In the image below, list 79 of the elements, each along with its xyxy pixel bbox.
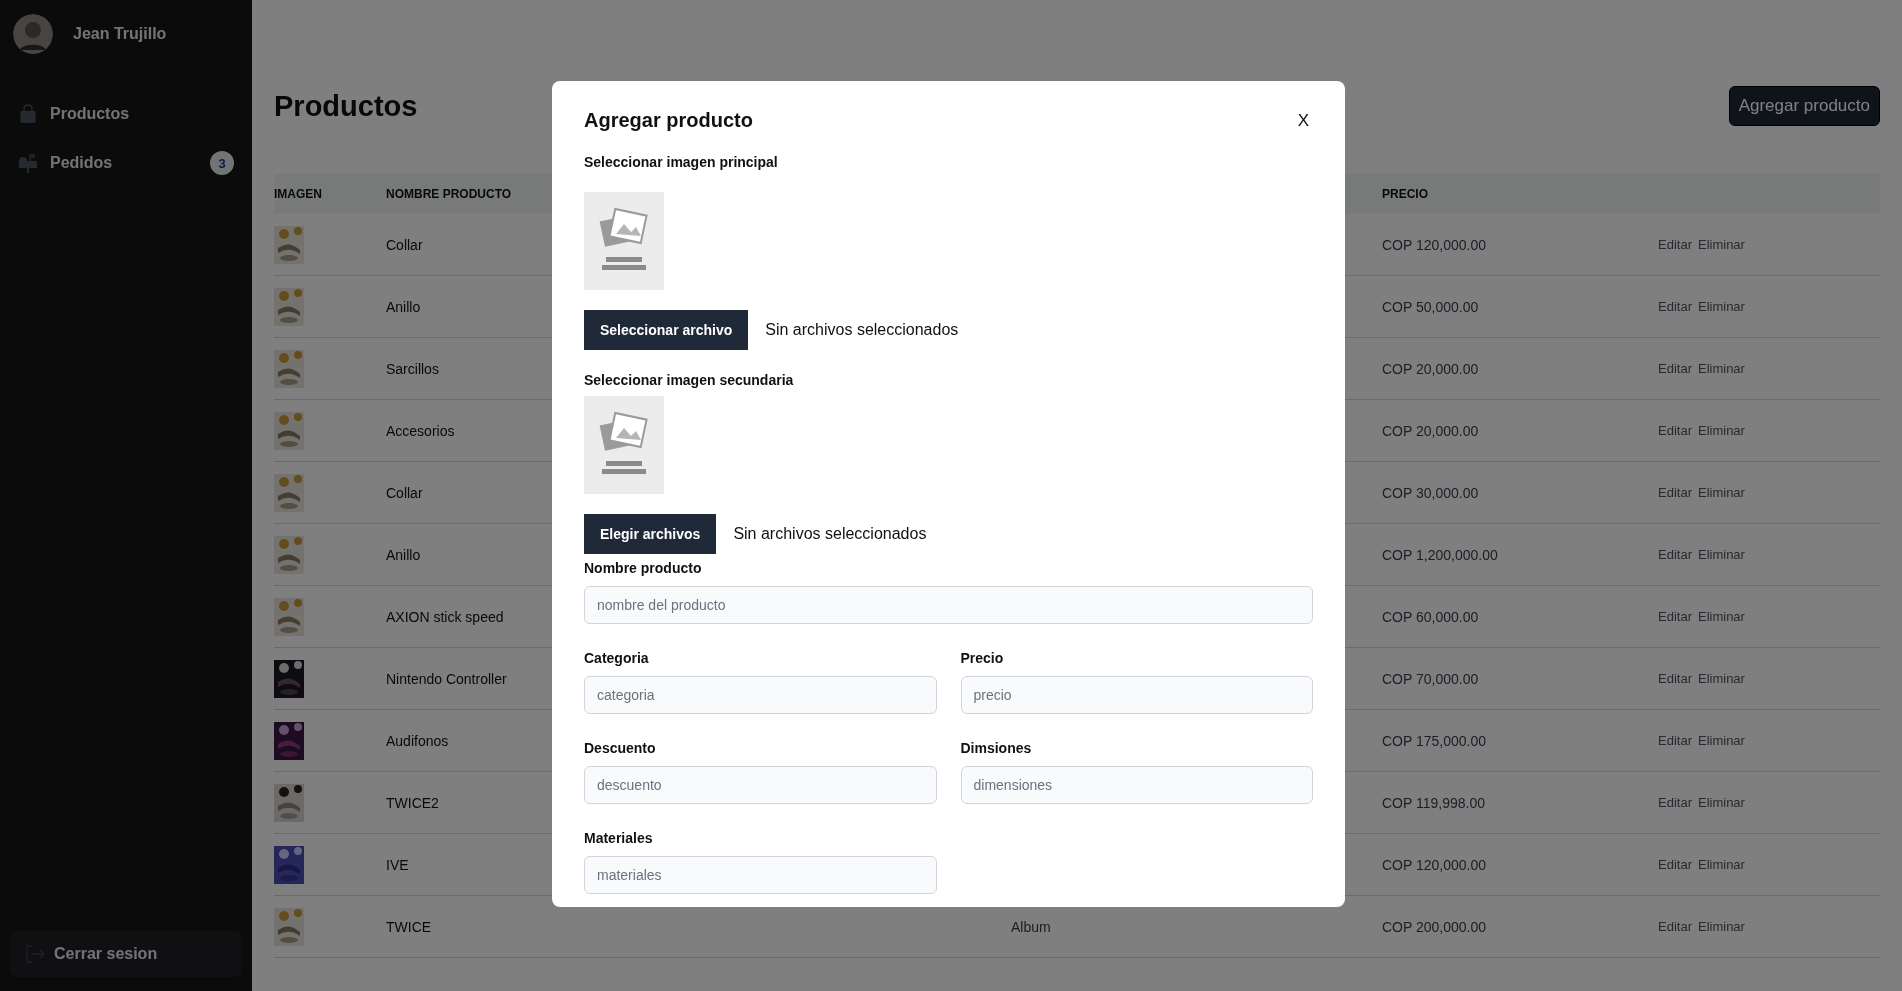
action-link[interactable]: Editar (1658, 299, 1692, 314)
price-text: COP 20,000.00 (1382, 360, 1479, 377)
page-title: Productos (274, 89, 418, 123)
field-label: Categoria (584, 650, 650, 666)
avatar (13, 14, 53, 54)
action-link[interactable]: Eliminar (1697, 609, 1745, 624)
product-name: IVE (386, 856, 409, 873)
field-label: Precio (960, 650, 1005, 666)
action-link[interactable]: Eliminar (1697, 423, 1745, 438)
action-link[interactable]: Eliminar (1697, 671, 1745, 686)
price-text: COP 50,000.00 (1382, 298, 1479, 315)
add-product-button[interactable]: Agregar producto (1728, 86, 1880, 126)
action-link[interactable]: Editar (1658, 485, 1692, 500)
choose-file-button[interactable]: Seleccionar archivo (584, 310, 749, 350)
action-link[interactable]: Eliminar (1697, 237, 1745, 252)
action-link[interactable]: Eliminar (1697, 733, 1745, 748)
action-link[interactable]: Eliminar (1697, 857, 1745, 872)
price-text: COP 20,000.00 (1382, 422, 1479, 439)
user-name: Jean Trujillo (73, 25, 167, 43)
product-name: Anillo (386, 546, 421, 563)
category-text: Album (1011, 918, 1051, 935)
product-name: TWICE (386, 918, 432, 935)
price-text: COP 175,000.00 (1382, 732, 1487, 749)
field-label: Descuento (584, 740, 657, 756)
product-name: AXION stick speed (386, 608, 504, 625)
action-link[interactable]: Eliminar (1697, 547, 1745, 562)
count-badge: 3 (210, 151, 234, 175)
input-field[interactable]: categoria (584, 676, 937, 714)
input-field[interactable]: descuento (584, 766, 937, 804)
field-label: Seleccionar imagen secundaria (584, 372, 795, 388)
action-link[interactable]: Editar (1658, 733, 1692, 748)
action-link[interactable]: Editar (1658, 795, 1692, 810)
sidebar-item[interactable]: Pedidos 3 (10, 145, 242, 181)
action-link[interactable]: Editar (1658, 361, 1692, 376)
price-text: COP 30,000.00 (1382, 484, 1479, 501)
product-name: Nintendo Controller (386, 670, 507, 687)
product-name: Collar (386, 484, 423, 501)
input-field[interactable]: dimensiones (960, 766, 1313, 804)
product-name: TWICE2 (386, 794, 439, 811)
price-text: COP 200,000.00 (1382, 918, 1487, 935)
field-label: Dimsiones (960, 740, 1033, 756)
sidebar-item[interactable]: Productos (10, 98, 242, 130)
shopping-bag-icon (18, 104, 38, 124)
action-link[interactable]: Editar (1658, 609, 1692, 624)
action-link[interactable]: Editar (1658, 671, 1692, 686)
action-link[interactable]: Editar (1658, 857, 1692, 872)
price-text: COP 60,000.00 (1382, 608, 1479, 625)
mailbox-icon (18, 153, 38, 173)
action-link[interactable]: Eliminar (1697, 919, 1745, 934)
logout-button[interactable]: Cerrar sesion (10, 931, 242, 977)
price-text: COP 120,000.00 (1382, 856, 1487, 873)
price-text: COP 70,000.00 (1382, 670, 1479, 687)
file-status: Sin archivos seleccionados (733, 525, 927, 543)
action-link[interactable]: Editar (1658, 423, 1692, 438)
dialog-title: Agregar producto (584, 109, 753, 132)
price-text: COP 1,200,000.00 (1382, 546, 1498, 563)
price-text: COP 120,000.00 (1382, 236, 1487, 253)
file-status: Sin archivos seleccionados (765, 321, 959, 339)
input-field[interactable]: precio (960, 676, 1313, 714)
product-name: Accesorios (386, 422, 455, 439)
product-name: Audifonos (386, 732, 449, 749)
field-label: Seleccionar imagen principal (584, 154, 779, 170)
action-link[interactable]: Editar (1658, 547, 1692, 562)
action-link[interactable]: Editar (1658, 237, 1692, 252)
close-button[interactable]: X (1293, 110, 1313, 131)
product-name: Anillo (386, 298, 421, 315)
input-field[interactable]: nombre del producto (584, 586, 1313, 624)
action-link[interactable]: Eliminar (1697, 485, 1745, 500)
choose-file-button[interactable]: Elegir archivos (584, 514, 717, 554)
product-name: Sarcillos (386, 360, 439, 377)
action-link[interactable]: Eliminar (1697, 361, 1745, 376)
input-field[interactable]: materiales (584, 856, 937, 894)
action-link[interactable]: Eliminar (1697, 299, 1745, 314)
field-label: Materiales (584, 830, 654, 846)
field-label: Nombre producto (584, 560, 703, 576)
action-link[interactable]: Editar (1658, 919, 1692, 934)
action-link[interactable]: Eliminar (1697, 795, 1745, 810)
price-text: COP 119,998.00 (1382, 794, 1485, 811)
product-name: Collar (386, 236, 423, 253)
